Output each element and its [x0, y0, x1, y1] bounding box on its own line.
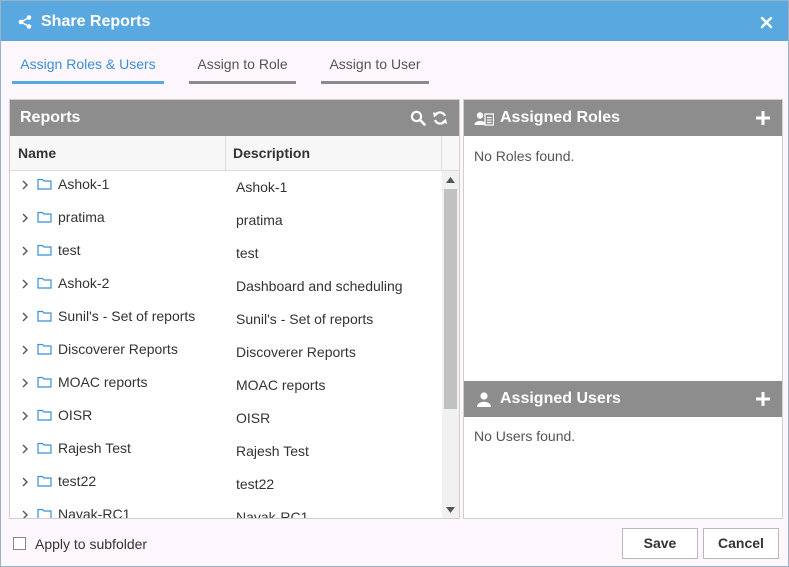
scroll-up-arrow-icon[interactable]: [446, 177, 455, 183]
reports-column-header: Name Description: [10, 136, 459, 171]
report-row[interactable]: test22 test22: [10, 468, 442, 501]
report-row[interactable]: Rajesh Test Rajesh Test: [10, 435, 442, 468]
assigned-roles-title: Assigned Roles: [500, 109, 621, 126]
add-role-plus-icon[interactable]: [756, 111, 770, 125]
column-header-name[interactable]: Name: [10, 136, 226, 170]
column-header-description[interactable]: Description: [226, 136, 442, 170]
folder-icon: [37, 442, 52, 454]
add-user-plus-icon[interactable]: [756, 392, 770, 406]
chevron-right-icon[interactable]: [21, 411, 29, 421]
assigned-users-title: Assigned Users: [500, 390, 621, 407]
tab-assign-to-user[interactable]: Assign to User: [321, 55, 429, 84]
report-name: OISR: [58, 407, 93, 423]
dialog-footer: Apply to subfolder Save Cancel: [1, 520, 788, 566]
reports-scrollbar[interactable]: [442, 171, 459, 518]
report-row[interactable]: Discoverer Reports Discoverer Reports: [10, 336, 442, 369]
dialog-titlebar: Share Reports: [1, 1, 788, 41]
assignments-panel: Assigned Roles No Roles found. Assigned …: [463, 99, 783, 519]
folder-icon: [37, 409, 52, 421]
chevron-right-icon[interactable]: [21, 279, 29, 289]
report-row[interactable]: test test: [10, 237, 442, 270]
folder-icon: [37, 178, 52, 190]
report-row[interactable]: Sunil's - Set of reports Sunil's - Set o…: [10, 303, 442, 336]
report-name: Nayak-RC1: [58, 506, 131, 519]
share-reports-dialog: Share Reports Assign Roles & Users Assig…: [0, 0, 789, 567]
no-users-message: No Users found.: [474, 428, 576, 444]
folder-icon: [37, 244, 52, 256]
report-name: Ashok-2: [58, 275, 110, 291]
no-roles-message: No Roles found.: [474, 148, 575, 164]
report-row[interactable]: Ashok-1 Ashok-1: [10, 171, 442, 204]
folder-icon: [37, 343, 52, 355]
report-name: test: [58, 242, 81, 258]
report-description: test: [236, 245, 259, 261]
report-name: pratima: [58, 209, 105, 225]
report-description: Ashok-1: [236, 179, 288, 195]
apply-to-subfolder-checkbox[interactable]: [13, 537, 26, 550]
report-row[interactable]: MOAC reports MOAC reports: [10, 369, 442, 402]
dialog-title: Share Reports: [41, 13, 151, 30]
reports-tree: Ashok-1 Ashok-1 pratima pratima test tes…: [10, 171, 442, 519]
report-row[interactable]: Nayak-RC1 Nayak-RC1: [10, 501, 442, 519]
report-name: Rajesh Test: [58, 440, 131, 456]
report-row[interactable]: pratima pratima: [10, 204, 442, 237]
role-card-icon: [474, 112, 494, 126]
reports-panel-header: Reports: [10, 100, 459, 136]
chevron-right-icon[interactable]: [21, 510, 29, 519]
report-description: Discoverer Reports: [236, 344, 356, 360]
apply-to-subfolder-label[interactable]: Apply to subfolder: [35, 536, 147, 552]
report-description: MOAC reports: [236, 377, 326, 393]
chevron-right-icon[interactable]: [21, 444, 29, 454]
chevron-right-icon[interactable]: [21, 378, 29, 388]
folder-icon: [37, 310, 52, 322]
report-description: Nayak-RC1: [236, 509, 309, 519]
tab-assign-roles-users[interactable]: Assign Roles & Users: [12, 55, 164, 84]
close-icon[interactable]: [760, 16, 773, 29]
scroll-down-arrow-icon[interactable]: [446, 507, 455, 513]
folder-icon: [37, 475, 52, 487]
user-icon: [477, 392, 491, 407]
chevron-right-icon[interactable]: [21, 345, 29, 355]
assigned-users-header: Assigned Users: [464, 381, 782, 417]
scrollbar-thumb[interactable]: [444, 189, 457, 409]
folder-icon: [37, 508, 52, 518]
folder-icon: [37, 376, 52, 388]
folder-icon: [37, 211, 52, 223]
reports-panel: Reports Name Description Ashok-1 Ashok-1: [9, 99, 460, 519]
report-description: test22: [236, 476, 275, 492]
report-name: Ashok-1: [58, 176, 110, 192]
report-description: pratima: [236, 212, 283, 228]
report-description: OISR: [236, 410, 271, 426]
report-name: Discoverer Reports: [58, 341, 178, 357]
share-icon: [18, 15, 32, 29]
report-description: Sunil's - Set of reports: [236, 311, 374, 327]
chevron-right-icon[interactable]: [21, 477, 29, 487]
report-row[interactable]: Ashok-2 Dashboard and scheduling: [10, 270, 442, 303]
save-button[interactable]: Save: [622, 528, 698, 559]
chevron-right-icon[interactable]: [21, 312, 29, 322]
assigned-roles-header: Assigned Roles: [464, 100, 782, 136]
report-name: Sunil's - Set of reports: [58, 308, 196, 324]
report-name: test22: [58, 473, 97, 489]
tab-assign-to-role[interactable]: Assign to Role: [189, 55, 296, 84]
report-row[interactable]: OISR OISR: [10, 402, 442, 435]
chevron-right-icon[interactable]: [21, 246, 29, 256]
cancel-button[interactable]: Cancel: [703, 528, 779, 559]
refresh-icon[interactable]: [432, 110, 448, 126]
folder-icon: [37, 277, 52, 289]
search-icon[interactable]: [410, 110, 426, 126]
report-name: MOAC reports: [58, 374, 148, 390]
reports-panel-title: Reports: [20, 109, 81, 126]
report-description: Dashboard and scheduling: [236, 278, 403, 294]
chevron-right-icon[interactable]: [21, 213, 29, 223]
report-description: Rajesh Test: [236, 443, 309, 459]
chevron-right-icon[interactable]: [21, 180, 29, 190]
